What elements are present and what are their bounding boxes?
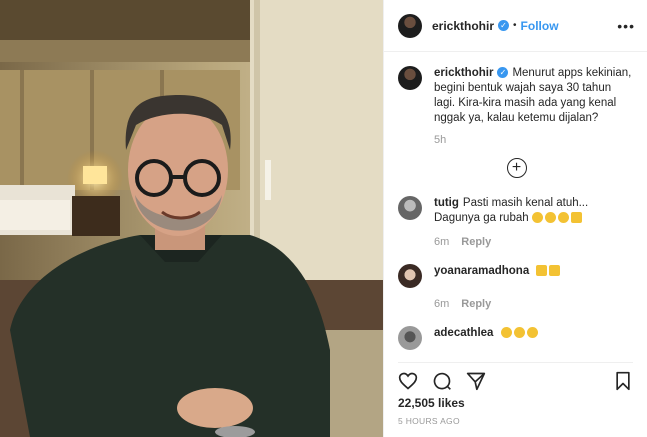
follow-button[interactable]: Follow [521, 19, 559, 33]
share-icon[interactable] [466, 371, 486, 391]
comment-item: adecathlea [398, 326, 635, 350]
comment-body: tutig Pasti masih kenal atuh... Dagunya g… [434, 196, 634, 226]
commenter-avatar[interactable] [398, 264, 422, 288]
instagram-post: erickthohir ✓ • Follow ••• erickthohir ✓ M… [0, 0, 647, 437]
comment-body: yoanaramadhona [434, 264, 634, 288]
portrait-image [0, 0, 383, 437]
emoji-group [531, 212, 584, 224]
post-timestamp: 5 HOURS AGO [398, 416, 460, 426]
comment-username[interactable]: adecathlea [434, 327, 493, 339]
thumbs-up-emoji-icon [536, 265, 548, 277]
thumbs-up-emoji-icon [549, 265, 561, 277]
post-side-panel: erickthohir ✓ • Follow ••• erickthohir ✓ M… [383, 0, 647, 437]
bookmark-icon[interactable] [613, 371, 633, 391]
grinning-emoji-icon [557, 212, 569, 224]
comments-list[interactable]: erickthohir ✓ Menurut apps kekinian, begin… [384, 52, 647, 356]
emoji-group [536, 265, 562, 277]
comment-time: 6m [434, 236, 450, 248]
grinning-emoji-icon [531, 212, 543, 224]
header-separator: • [513, 20, 517, 31]
verified-icon: ✓ [497, 67, 509, 79]
folded-hands-emoji-icon [570, 212, 582, 224]
likes-count[interactable]: 22,505 likes [398, 396, 465, 410]
caption-avatar[interactable] [398, 66, 422, 90]
caption-time: 5h [434, 134, 447, 146]
comment-body: adecathlea [434, 326, 634, 350]
post-photo[interactable] [0, 0, 383, 437]
post-header: erickthohir ✓ • Follow ••• [384, 0, 647, 52]
comment-meta: 6m Reply [434, 298, 635, 310]
commenter-avatar[interactable] [398, 196, 422, 220]
grinning-emoji-icon [500, 327, 512, 339]
reply-button[interactable]: Reply [461, 236, 491, 248]
heart-icon[interactable] [398, 371, 418, 391]
grinning-emoji-icon [513, 327, 525, 339]
plus-circle-icon[interactable]: + [506, 158, 527, 178]
action-bar [398, 362, 633, 392]
commenter-avatar[interactable] [398, 326, 422, 350]
grinning-emoji-icon [544, 212, 556, 224]
verified-icon: ✓ [498, 20, 510, 31]
reply-button[interactable]: Reply [461, 298, 491, 310]
emoji-group [500, 327, 540, 339]
author-avatar[interactable] [398, 13, 422, 38]
comment-username[interactable]: yoanaramadhona [434, 265, 529, 277]
caption-body: erickthohir ✓ Menurut apps kekinian, begin… [434, 66, 634, 126]
comment-meta: 6m Reply [434, 236, 635, 248]
comment-item: tutig Pasti masih kenal atuh... Dagunya g… [398, 196, 635, 226]
author-username[interactable]: erickthohir [432, 19, 494, 33]
comment-time: 6m [434, 298, 450, 310]
caption: erickthohir ✓ Menurut apps kekinian, begin… [398, 66, 635, 126]
caption-username[interactable]: erickthohir [434, 67, 493, 79]
grinning-emoji-icon [526, 327, 538, 339]
comment-icon[interactable] [432, 371, 452, 391]
comment-username[interactable]: tutig [434, 197, 459, 209]
more-options-icon[interactable]: ••• [617, 18, 635, 34]
comment-item: yoanaramadhona [398, 264, 635, 288]
